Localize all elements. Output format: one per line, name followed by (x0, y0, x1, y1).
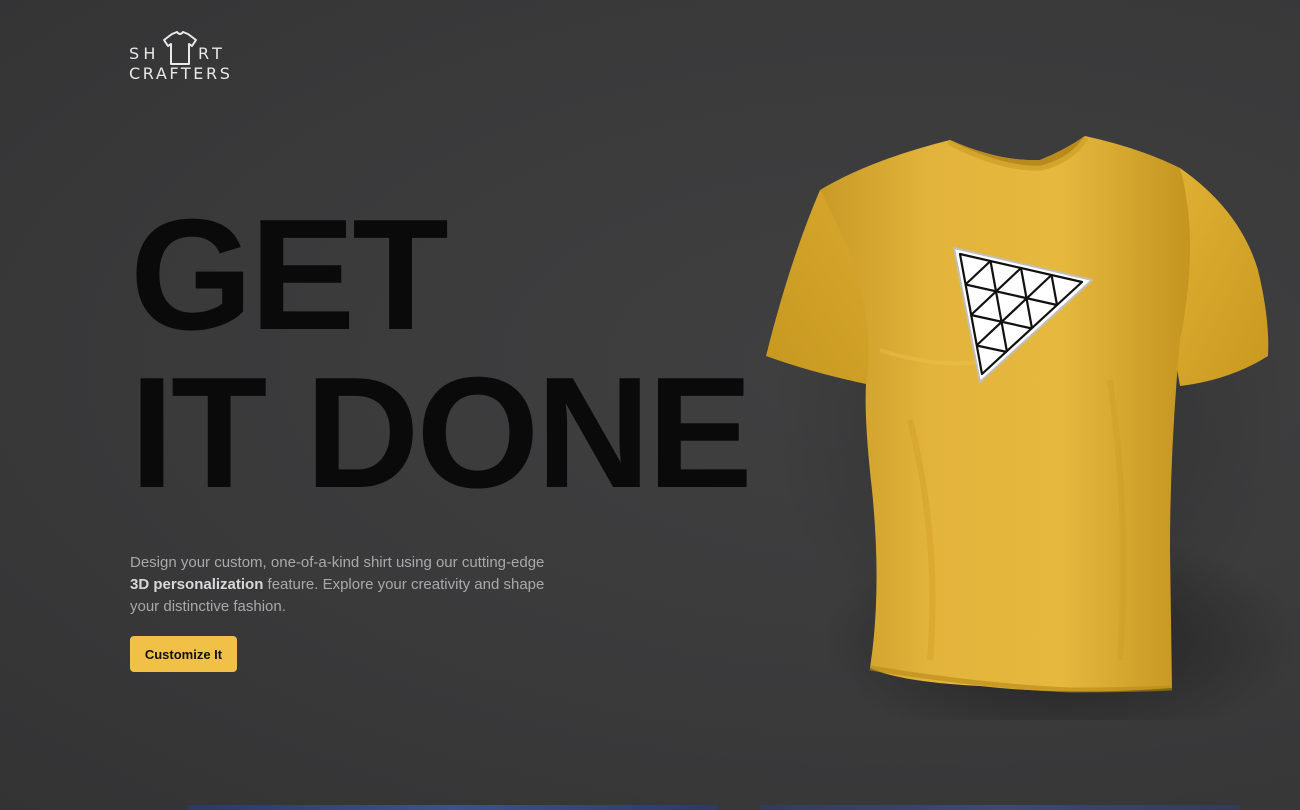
hero-headline: GET IT DONE (130, 187, 753, 521)
hero-page: SH RT CRAFTERS GET IT DONE Design your c… (0, 0, 1300, 810)
tshirt-icon (163, 31, 197, 65)
brand-logo[interactable]: SH RT CRAFTERS (129, 31, 239, 85)
shirt-preview[interactable] (740, 120, 1300, 720)
logo-text-sh: SH (129, 44, 160, 63)
headline-line-1: GET (130, 187, 449, 363)
tshirt-3d-icon (766, 136, 1300, 720)
logo-text-rt: RT (198, 44, 227, 63)
hero-description: Design your custom, one-of-a-kind shirt … (130, 552, 550, 618)
bottom-edge-strip (188, 805, 718, 810)
logo-text-crafters: CRAFTERS (129, 64, 233, 83)
bottom-edge-strip (760, 805, 1240, 810)
customize-button[interactable]: Customize It (130, 636, 237, 672)
description-prefix: Design your custom, one-of-a-kind shirt … (130, 554, 545, 571)
description-bold: 3D personalization (130, 576, 264, 593)
headline-line-2: IT DONE (130, 345, 753, 521)
